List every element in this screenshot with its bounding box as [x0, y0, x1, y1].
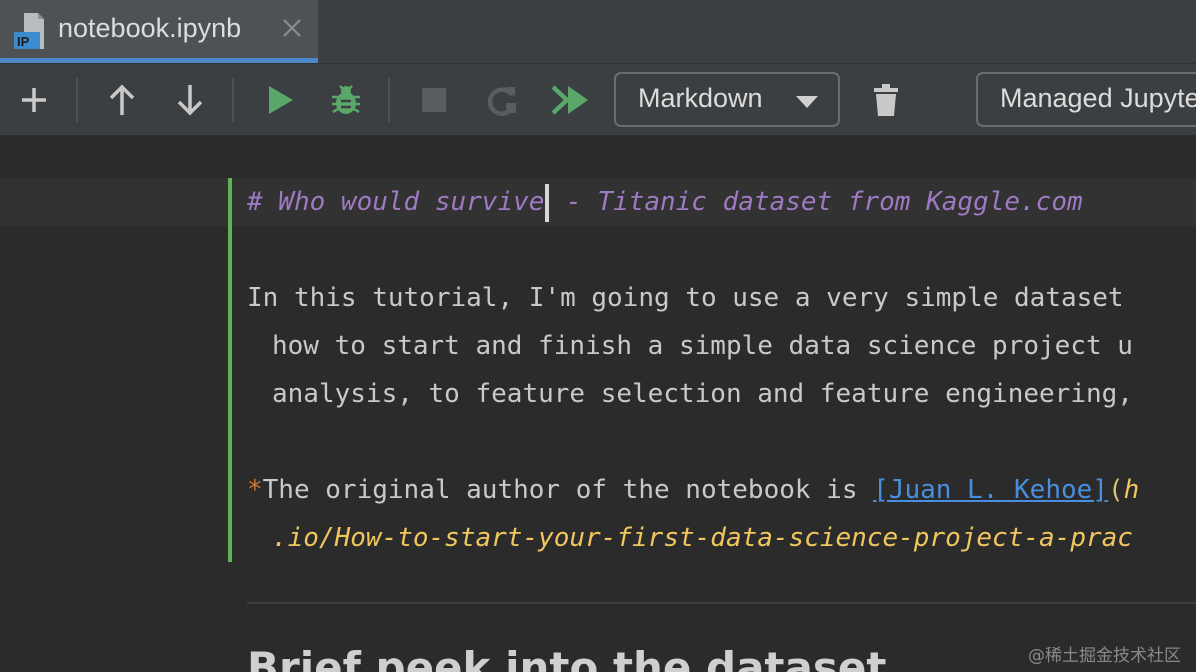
- notebook-file-icon: IP: [14, 13, 44, 49]
- chevron-down-icon: [796, 96, 818, 108]
- tab-bar: IP notebook.ipynb: [0, 0, 1196, 64]
- close-icon[interactable]: [280, 16, 304, 40]
- plus-icon: [22, 88, 46, 112]
- selected-cell-indicator: [228, 178, 232, 562]
- watermark: @稀土掘金技术社区: [1028, 646, 1181, 666]
- tab-notebook[interactable]: IP notebook.ipynb: [0, 0, 318, 64]
- jupyter-server-label: Managed Jupyter: [1000, 83, 1196, 113]
- paragraph-line[interactable]: how to start and finish a simple data sc…: [272, 322, 1133, 370]
- play-icon: [269, 86, 293, 114]
- link-paren: (: [1107, 475, 1124, 505]
- jupyter-server-selector[interactable]: Managed Jupyter: [976, 72, 1196, 127]
- toolbar-separator: [388, 78, 390, 122]
- add-cell-button[interactable]: [12, 78, 56, 122]
- text-caret: [545, 183, 550, 222]
- toolbar-separator: [232, 78, 234, 122]
- run-all-button[interactable]: [548, 78, 592, 122]
- toolbar-separator: [76, 78, 78, 122]
- run-cell-button[interactable]: [258, 78, 302, 122]
- trash-icon: [874, 84, 898, 116]
- restart-kernel-button[interactable]: [480, 78, 524, 122]
- cell-type-value: Markdown: [638, 83, 763, 113]
- svg-text:IP: IP: [17, 34, 30, 49]
- author-link[interactable]: [Juan L. Kehoe]: [873, 475, 1108, 505]
- debug-cell-button[interactable]: [324, 78, 368, 122]
- author-text: The original author of the notebook is: [262, 475, 874, 505]
- arrow-up-icon: [109, 84, 135, 115]
- heading-text-start: # Who would survive: [247, 187, 545, 217]
- arrow-down-icon: [177, 85, 203, 116]
- move-cell-down-button[interactable]: [168, 78, 212, 122]
- link-url-start: h: [1123, 475, 1140, 505]
- stop-kernel-button[interactable]: [412, 78, 456, 122]
- author-line[interactable]: *The original author of the notebook is …: [247, 466, 1139, 514]
- notebook-editor[interactable]: # Who would survive - Titanic dataset fr…: [0, 137, 1196, 672]
- move-cell-up-button[interactable]: [100, 78, 144, 122]
- notebook-toolbar: Markdown Managed Jupyter: [0, 64, 1196, 136]
- tab-title: notebook.ipynb: [58, 13, 242, 43]
- delete-cell-button[interactable]: [864, 78, 908, 122]
- bug-icon: [332, 85, 360, 114]
- cell-divider: [247, 602, 1196, 604]
- link-url-line[interactable]: .io/How-to-start-your-first-data-science…: [272, 514, 1133, 562]
- heading-text-end: - Titanic dataset from Kaggle.com: [550, 187, 1083, 217]
- paragraph-line[interactable]: In this tutorial, I'm going to use a ver…: [247, 274, 1124, 322]
- stop-icon: [422, 88, 446, 112]
- rendered-heading: Brief peek into the dataset: [247, 643, 887, 672]
- paragraph-line[interactable]: analysis, to feature selection and featu…: [272, 370, 1133, 418]
- italic-marker: *: [247, 475, 263, 505]
- cell-type-dropdown[interactable]: Markdown: [614, 72, 840, 127]
- restart-icon: [487, 87, 517, 116]
- markdown-heading-line[interactable]: # Who would survive - Titanic dataset fr…: [247, 178, 1083, 226]
- run-all-icon: [551, 85, 588, 115]
